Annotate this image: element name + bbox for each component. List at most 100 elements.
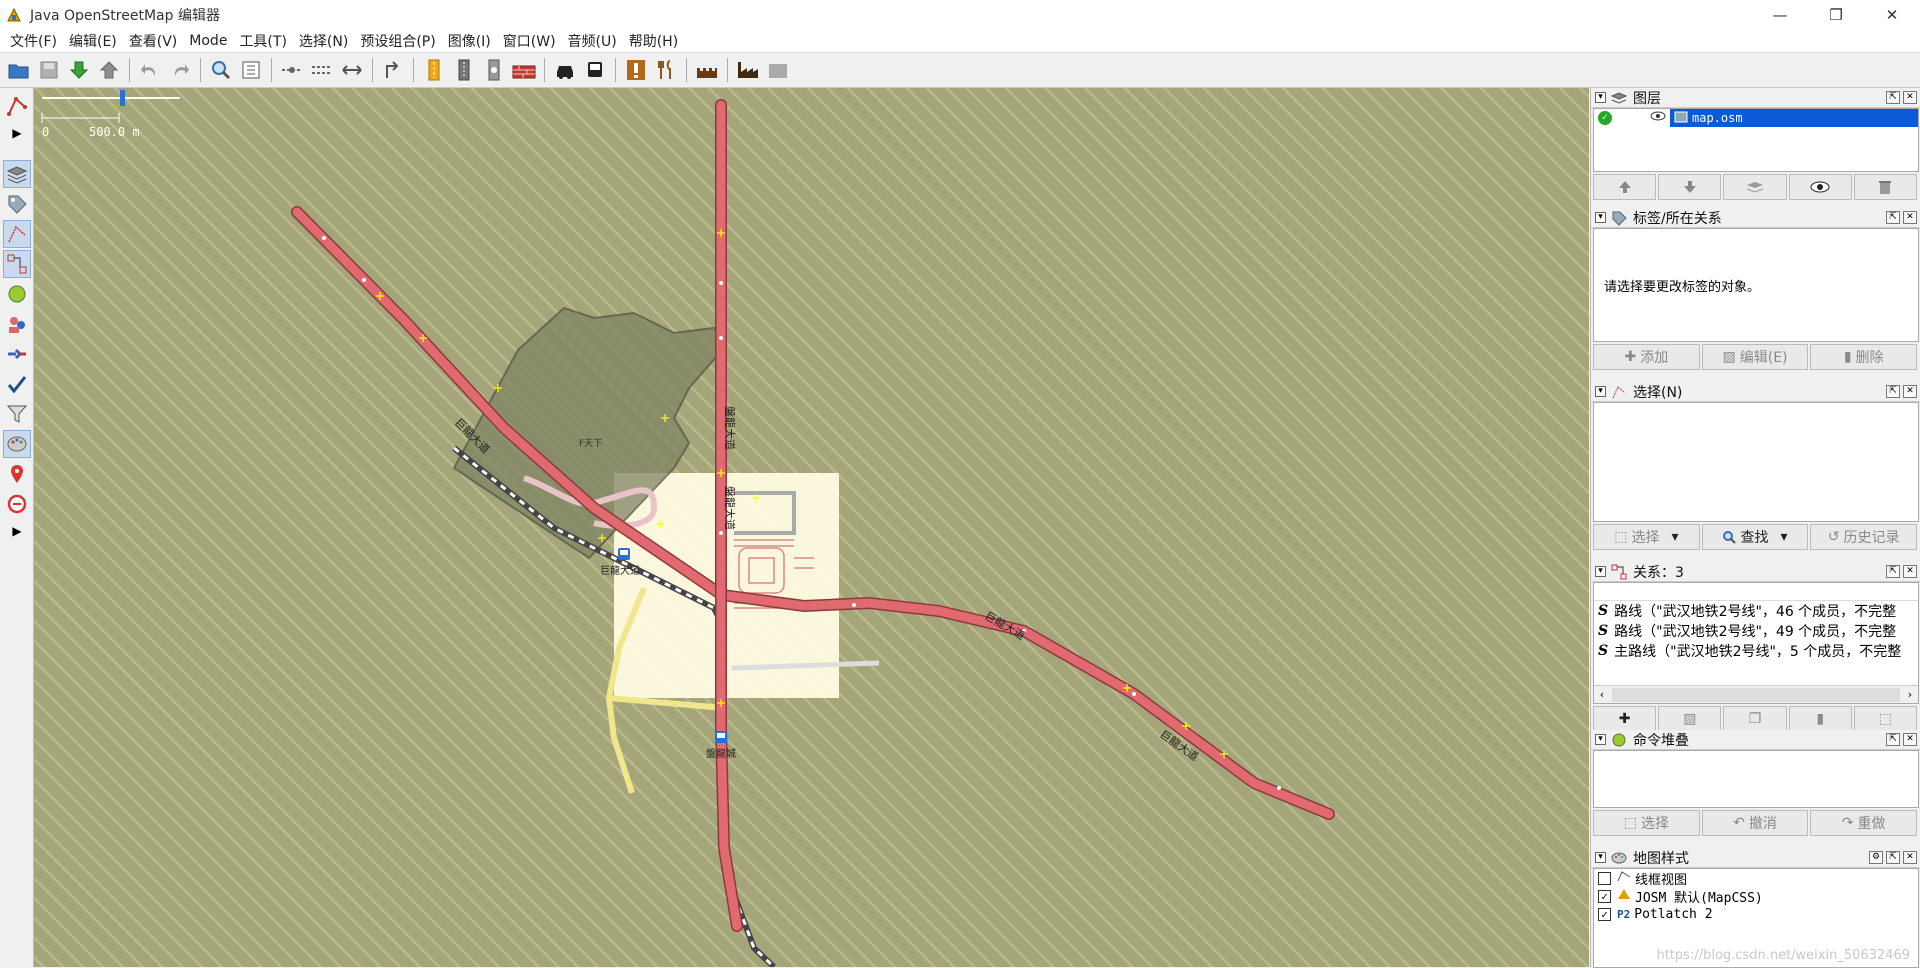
dropdown-arrow-icon[interactable]: ▾ [1780,529,1787,545]
menu-mode[interactable]: Mode [183,33,233,49]
split-way-icon[interactable] [279,57,305,83]
close-icon[interactable]: ✕ [1903,733,1917,746]
edit-relation-button[interactable]: ▨ [1658,706,1722,732]
relations-icon[interactable] [3,250,31,278]
relation-item[interactable]: S 路线（"武汉地铁2号线"，46 个成员，不完整 [1594,601,1918,621]
redo-icon[interactable] [167,57,193,83]
close-icon[interactable]: ✕ [1903,851,1917,864]
style-item[interactable]: 线框视图 [1594,869,1918,888]
disabled-tool-icon[interactable] [765,57,791,83]
scrollbar-thumb[interactable] [1612,687,1900,702]
close-icon[interactable]: ✕ [1903,385,1917,398]
command-stack-icon[interactable] [3,280,31,308]
menu-windows[interactable]: 窗口(W) [497,31,562,51]
expand-arrow-icon[interactable]: ▶ [4,122,30,144]
amenity-icon[interactable] [623,57,649,83]
merge-layer-button[interactable] [1723,174,1787,200]
horizontal-scrollbar[interactable]: ‹ › [1594,685,1918,703]
new-relation-button[interactable]: ✚ [1593,706,1657,732]
close-icon[interactable]: ✕ [1903,91,1917,104]
changeset-icon[interactable] [3,490,31,518]
select-command-button[interactable]: ⬚ 选择 [1593,810,1700,836]
industrial-icon[interactable] [735,57,761,83]
collapse-toggle-icon[interactable]: ▾ [1595,852,1606,863]
detach-icon[interactable]: ⇱ [1886,211,1900,224]
scroll-left-icon[interactable]: ‹ [1594,688,1610,701]
expand-arrow-icon[interactable]: ▶ [4,520,30,542]
combine-way-icon[interactable] [309,57,335,83]
detach-icon[interactable]: ⇱ [1886,565,1900,578]
active-layer-icon[interactable]: ✓ [1598,111,1612,125]
style-item[interactable]: ✓ JOSM 默认(MapCSS) [1594,887,1918,906]
road-preset-icon[interactable] [421,57,447,83]
preferences-icon[interactable] [238,57,264,83]
edit-tag-button[interactable]: ▨ 编辑(E) [1701,344,1809,370]
delete-relation-button[interactable]: ▮ [1788,706,1852,732]
tags-icon[interactable] [3,190,31,218]
detach-icon[interactable]: ⇱ [1886,385,1900,398]
save-icon[interactable] [36,57,62,83]
map-paint-styles-icon[interactable] [3,430,31,458]
collapse-toggle-icon[interactable]: ▾ [1595,734,1606,745]
download-icon[interactable] [66,57,92,83]
reverse-way-icon[interactable] [339,57,365,83]
collapse-toggle-icon[interactable]: ▾ [1595,566,1606,577]
search-button[interactable]: 查找 ▾ [1701,524,1809,550]
detach-icon[interactable]: ⇱ [1886,91,1900,104]
bus-stop-marker[interactable] [715,731,727,743]
detach-icon[interactable]: ⇱ [1886,851,1900,864]
duplicate-relation-button[interactable]: ❐ [1723,706,1787,732]
filter-icon[interactable] [3,400,31,428]
history-button[interactable]: ↺ 历史记录 [1810,524,1918,550]
building-preset-icon[interactable] [511,57,537,83]
layer-item[interactable]: map.osm [1670,109,1918,127]
toggle-visibility-button[interactable] [1788,174,1852,200]
preferences-icon[interactable]: ⚙ [1869,851,1883,864]
menu-file[interactable]: 文件(F) [4,31,63,51]
visibility-eye-icon[interactable] [1650,110,1666,126]
maximize-button[interactable]: ❐ [1808,0,1864,30]
relation-item[interactable]: S 路线（"武汉地铁2号线"，49 个成员，不完整 [1594,621,1918,641]
relation-item[interactable]: S 主路线（"武汉地铁2号线"，5 个成员，不完整 [1594,641,1918,661]
style-item[interactable]: ✓ P2 Potlatch 2 [1594,905,1918,923]
menu-selection[interactable]: 选择(N) [293,31,354,51]
railway-preset-icon[interactable] [451,57,477,83]
delete-tag-button[interactable]: ▮ 删除 [1810,344,1918,370]
menu-view[interactable]: 查看(V) [123,31,184,51]
path-preset-icon[interactable] [481,57,507,83]
open-folder-icon[interactable] [6,57,32,83]
detach-icon[interactable]: ⇱ [1886,733,1900,746]
upload-icon[interactable] [96,57,122,83]
select-relation-button[interactable]: ⬚ [1853,706,1918,732]
zoom-icon[interactable] [208,57,234,83]
collapse-toggle-icon[interactable]: ▾ [1595,212,1606,223]
bus-stop-marker[interactable] [618,548,630,560]
menu-tools[interactable]: 工具(T) [233,31,292,51]
menu-edit[interactable]: 编辑(E) [63,31,123,51]
layers-icon[interactable] [3,160,31,188]
select-button[interactable]: ⬚ 选择 ▾ [1593,524,1700,550]
collapse-toggle-icon[interactable]: ▾ [1595,386,1606,397]
notes-icon[interactable] [3,460,31,488]
bus-icon[interactable] [582,57,608,83]
delete-layer-button[interactable] [1853,174,1918,200]
move-up-button[interactable] [1593,174,1657,200]
menu-help[interactable]: 帮助(H) [623,31,684,51]
undo-button[interactable]: ↶ 撤消 [1701,810,1809,836]
close-icon[interactable]: ✕ [1903,211,1917,224]
align-icon[interactable] [380,57,406,83]
minimize-button[interactable]: — [1752,0,1808,30]
close-button[interactable]: ✕ [1864,0,1920,30]
close-icon[interactable]: ✕ [1903,565,1917,578]
move-down-button[interactable] [1658,174,1722,200]
style-checkbox[interactable] [1598,871,1611,885]
style-checkbox[interactable]: ✓ [1598,889,1611,903]
castle-icon[interactable] [694,57,720,83]
undo-icon[interactable] [137,57,163,83]
collapse-toggle-icon[interactable]: ▾ [1595,92,1606,103]
style-checkbox[interactable]: ✓ [1598,907,1611,921]
users-icon[interactable] [3,310,31,338]
conflict-icon[interactable] [3,340,31,368]
dropdown-arrow-icon[interactable]: ▾ [1671,529,1678,545]
menu-imagery[interactable]: 图像(I) [442,31,497,51]
